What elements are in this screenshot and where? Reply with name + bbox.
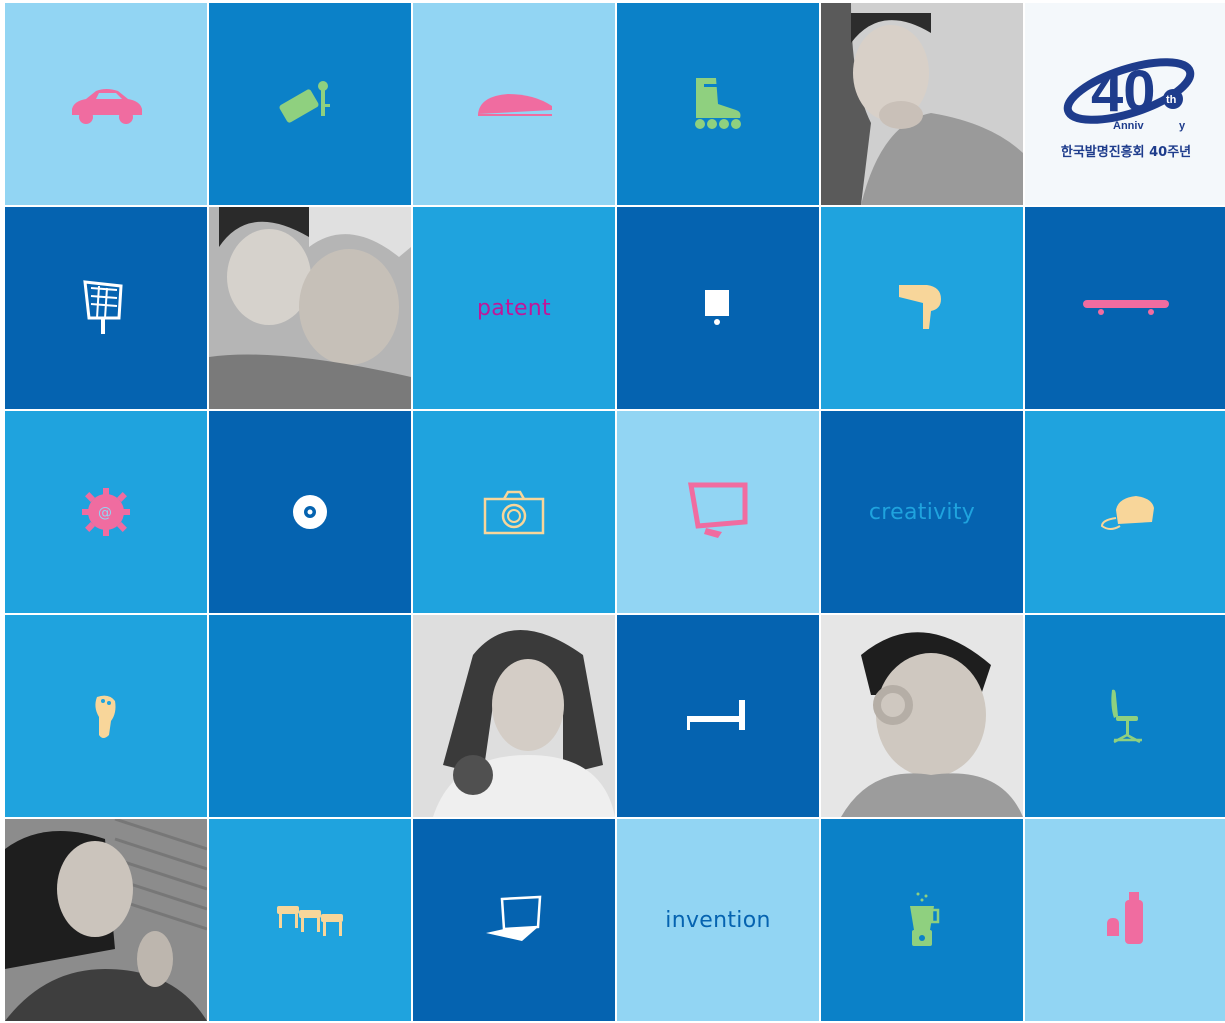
laptop-icon [486, 895, 542, 941]
tile-laptop [413, 819, 615, 1021]
tile-monitor [617, 411, 819, 613]
blender-icon [910, 892, 940, 946]
telephone-icon [1100, 496, 1154, 530]
tile-solar-panel [5, 207, 207, 409]
bullet-train-icon [478, 94, 552, 116]
roller-skate-icon [695, 78, 741, 129]
word-patent: patent [477, 295, 551, 321]
word-creativity: creativity [868, 499, 976, 525]
tile-creativity: creativity [821, 411, 1023, 613]
photo-woman-apple [413, 615, 615, 817]
tile-empty [209, 615, 411, 817]
tile-car [5, 3, 207, 205]
logo-anniversary-right: y [1179, 120, 1186, 132]
logo-40th-emblem: 40 th Anniv y [1063, 57, 1195, 132]
foot-icon [95, 695, 116, 738]
solar-panel-icon [83, 280, 123, 334]
key-tag-icon [279, 81, 330, 123]
tile-gear-at: @ [5, 411, 207, 613]
office-chair-icon [1111, 689, 1142, 744]
tile-key-tag [209, 3, 411, 205]
usb-drive-icon [1107, 892, 1143, 944]
cd-icon [293, 495, 327, 529]
tile-foot [5, 615, 207, 817]
skateboard-icon [1083, 300, 1169, 315]
mosaic-grid: 40 th Anniv y 한국발명진흥회 40주년 patent @ crea… [5, 3, 1225, 1021]
tile-skateboard [1025, 207, 1225, 409]
tile-roller-skate [617, 3, 819, 205]
sign-icon [705, 290, 729, 325]
tile-tables [209, 819, 411, 1021]
word-invention: invention [665, 907, 771, 933]
logo-anniversary-left: Anniv [1113, 120, 1144, 132]
logo-number: 40 [1091, 59, 1156, 124]
tile-usb-drive [1025, 819, 1225, 1021]
photo-thinking-woman [821, 3, 1023, 205]
tile-office-chair [1025, 615, 1225, 817]
photo-boy-circle-eye [821, 615, 1023, 817]
car-icon [72, 89, 142, 124]
bed-icon [687, 700, 745, 730]
hair-dryer-icon [899, 285, 941, 329]
camera-icon [483, 490, 545, 535]
tile-cd [209, 411, 411, 613]
logo-superscript: th [1166, 94, 1177, 106]
tile-bed [617, 615, 819, 817]
logo-caption: 한국발명진흥회 40주년 [1060, 144, 1192, 160]
monitor-icon [688, 482, 748, 538]
tile-hair-dryer [821, 207, 1023, 409]
tables-icon [277, 906, 343, 936]
tile-invention: invention [617, 819, 819, 1021]
svg-text:@: @ [98, 505, 112, 521]
tile-sign [617, 207, 819, 409]
gear-at-icon: @ [82, 488, 130, 536]
tile-camera [413, 411, 615, 613]
tile-bullet-train [413, 3, 615, 205]
photo-woman-phone [5, 819, 207, 1021]
tile-blender [821, 819, 1023, 1021]
tile-patent: patent [413, 207, 615, 409]
photo-grandfather-child [209, 207, 411, 409]
anniversary-logo: 40 th Anniv y 한국발명진흥회 40주년 [1025, 3, 1225, 205]
tile-telephone [1025, 411, 1225, 613]
